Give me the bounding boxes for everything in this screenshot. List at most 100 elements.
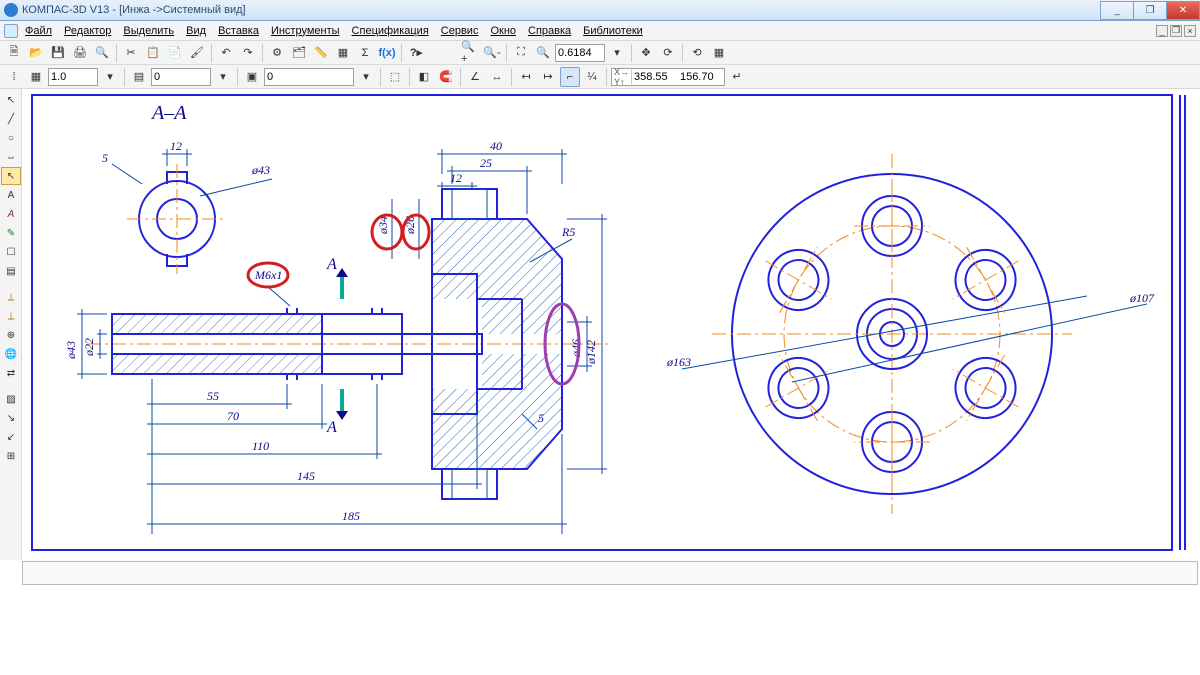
vtool-dim[interactable]: ⇔	[1, 148, 21, 166]
zoom-window-button[interactable]: ⛶	[511, 43, 531, 63]
mdi-close-button[interactable]: ×	[1184, 25, 1196, 37]
vtool-textit[interactable]: A	[1, 205, 21, 223]
arrow-l-button[interactable]: ↤	[516, 67, 536, 87]
round-button[interactable]: ¼	[582, 67, 602, 87]
section-label: А–А	[150, 102, 187, 124]
step-input[interactable]	[48, 68, 98, 86]
redo-button[interactable]: ↷	[238, 43, 258, 63]
layer-icon[interactable]: ▤	[129, 67, 149, 87]
menu-select[interactable]: Выделить	[118, 23, 179, 39]
print-button[interactable]: 🖨	[70, 43, 90, 63]
preview-button[interactable]: 🔍	[92, 43, 112, 63]
vertical-toolbar: ↖ ╱ ○ ⇔ ↖ A A ✎ ☐ ▤ ⟂ ⟂ ⊕ 🌐 ⇄ ▨ ↘ ↙ ⊞	[0, 89, 22, 560]
help-button[interactable]: ?▸	[406, 43, 426, 63]
zoom-in-button[interactable]: 🔍+	[460, 43, 480, 63]
vtool-link[interactable]: ⇄	[1, 364, 21, 382]
tb-ico-2[interactable]: ◧	[414, 67, 434, 87]
vtool-select[interactable]: ↖	[1, 91, 21, 109]
grid-button[interactable]: ▦	[26, 67, 46, 87]
arrow-r-button[interactable]: ↦	[538, 67, 558, 87]
vtool-tab[interactable]: ⊞	[1, 447, 21, 465]
paste-button[interactable]: 📄	[165, 43, 185, 63]
ortho-h-button[interactable]: ↔	[487, 67, 507, 87]
view-icon[interactable]: ▣	[242, 67, 262, 87]
maximize-button[interactable]: ❐	[1133, 1, 1167, 20]
tree-button[interactable]: 🗂	[289, 43, 309, 63]
menu-spec[interactable]: Спецификация	[347, 23, 434, 39]
vtool-sep	[1, 281, 21, 287]
svg-text:ø163: ø163	[666, 355, 691, 369]
menu-lib[interactable]: Библиотеки	[578, 23, 648, 39]
zoom-step-button[interactable]: ▾	[607, 43, 627, 63]
separator	[606, 68, 607, 86]
coord-apply-button[interactable]: ↵	[727, 67, 747, 87]
vtool-spec[interactable]: ▤	[1, 262, 21, 280]
vars-button[interactable]: Σ	[355, 43, 375, 63]
menu-service[interactable]: Сервис	[436, 23, 484, 39]
app-menu-icon[interactable]	[4, 24, 18, 38]
zoom-input[interactable]	[555, 44, 605, 62]
table-button[interactable]: ▦	[333, 43, 353, 63]
minimize-button[interactable]: _	[1100, 1, 1134, 20]
coord-y-input[interactable]	[678, 69, 724, 85]
pan-button[interactable]: ✥	[636, 43, 656, 63]
close-button[interactable]: ✕	[1166, 1, 1200, 20]
vtool-hatch[interactable]: ▨	[1, 390, 21, 408]
tb-ico-1[interactable]: ⬚	[385, 67, 405, 87]
step-drop[interactable]: ▾	[100, 67, 120, 87]
vtool-cursor[interactable]: ↖	[1, 167, 21, 185]
menu-tools[interactable]: Инструменты	[266, 23, 345, 39]
vtool-circle[interactable]: ○	[1, 129, 21, 147]
vtool-auxline[interactable]: ↘	[1, 409, 21, 427]
svg-text:М6х1: М6х1	[254, 268, 282, 282]
vtool-globe[interactable]: 🌐	[1, 345, 21, 363]
angle-button[interactable]: ∠	[465, 67, 485, 87]
drawing-canvas[interactable]: 12 5 ø43 А–А	[22, 89, 1200, 560]
mdi-min-button[interactable]: _	[1156, 25, 1168, 37]
undo-button[interactable]: ↶	[216, 43, 236, 63]
snap-button[interactable]: 🧲	[436, 67, 456, 87]
refresh-button[interactable]: ⟲	[687, 43, 707, 63]
menu-view[interactable]: Вид	[181, 23, 211, 39]
redraw-button[interactable]: ▦	[709, 43, 729, 63]
mdi-restore-button[interactable]: ❐	[1170, 25, 1182, 37]
cut-button[interactable]: ✂	[121, 43, 141, 63]
brush-button[interactable]: 🖌	[187, 43, 207, 63]
zoom-fit-button[interactable]: 🔍	[533, 43, 553, 63]
vtool-param[interactable]: ☐	[1, 243, 21, 261]
rotate-button[interactable]: ⟳	[658, 43, 678, 63]
separator	[124, 68, 125, 86]
layer-drop[interactable]: ▾	[213, 67, 233, 87]
ortho-button[interactable]: ⌐	[560, 67, 580, 87]
open-button[interactable]: 📂	[26, 43, 46, 63]
vtool-assoc[interactable]: ⟂	[1, 307, 21, 325]
menu-help[interactable]: Справка	[523, 23, 576, 39]
separator	[460, 68, 461, 86]
menu-file[interactable]: Файл	[20, 23, 57, 39]
new-button[interactable]: 🗎	[4, 43, 24, 63]
menu-window[interactable]: Окно	[485, 23, 521, 39]
vtool-edit[interactable]: ✎	[1, 224, 21, 242]
vtool-measure[interactable]: ⟂	[1, 288, 21, 306]
coord-x-input[interactable]	[632, 69, 678, 85]
svg-text:25: 25	[480, 156, 492, 170]
vtool-text[interactable]: A	[1, 186, 21, 204]
svg-text:110: 110	[252, 439, 269, 453]
zoom-out-button[interactable]: 🔍-	[482, 43, 502, 63]
menu-edit[interactable]: Редактор	[59, 23, 116, 39]
view-drop[interactable]: ▾	[356, 67, 376, 87]
vtool-aux2[interactable]: ↙	[1, 428, 21, 446]
svg-text:ø46: ø46	[569, 339, 583, 358]
menu-insert[interactable]: Вставка	[213, 23, 264, 39]
fx-button[interactable]: f(x)	[377, 43, 397, 63]
view-input[interactable]	[264, 68, 354, 86]
measure-button[interactable]: 📏	[311, 43, 331, 63]
vtool-line[interactable]: ╱	[1, 110, 21, 128]
window-title: КОМПАС-3D V13 - [Инжа ->Системный вид]	[22, 4, 246, 16]
bottom-panel[interactable]	[22, 561, 1198, 585]
vtool-insert[interactable]: ⊕	[1, 326, 21, 344]
save-button[interactable]: 💾	[48, 43, 68, 63]
copy-button[interactable]: 📋	[143, 43, 163, 63]
props-button[interactable]: ⚙	[267, 43, 287, 63]
layer-input[interactable]	[151, 68, 211, 86]
